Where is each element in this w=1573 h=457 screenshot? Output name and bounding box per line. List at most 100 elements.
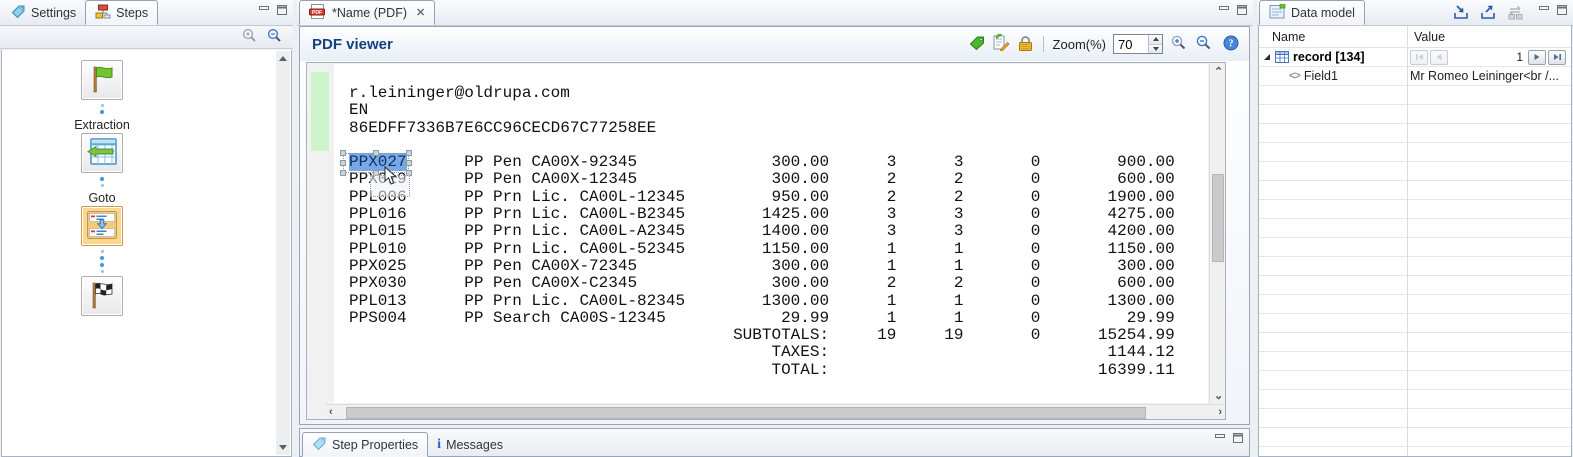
first-record-button[interactable]: [1410, 50, 1428, 65]
scroll-left-icon[interactable]: ‹: [329, 406, 333, 418]
zoom-input[interactable]: [1114, 35, 1148, 53]
table-row[interactable]: [1259, 124, 1571, 143]
table-row[interactable]: [1259, 390, 1571, 409]
scroll-right-icon[interactable]: ›: [1218, 406, 1222, 418]
horizontal-scrollbar[interactable]: ‹ ›: [326, 404, 1225, 420]
column-header-value[interactable]: Value: [1407, 30, 1445, 44]
close-icon[interactable]: ✕: [416, 6, 425, 19]
pdf-text: r.leininger@oldrupa.comEN86EDFF7336B7E6C…: [349, 85, 1175, 379]
vertical-scroll-thumb[interactable]: [1212, 174, 1224, 262]
next-record-button[interactable]: [1528, 50, 1546, 65]
table-row[interactable]: [1259, 333, 1571, 352]
extract-edit-icon[interactable]: [992, 34, 1010, 54]
pdf-line: TOTAL: 16399.11: [349, 362, 1175, 379]
zoom-out-icon[interactable]: [1195, 35, 1213, 54]
table-row[interactable]: [1259, 257, 1571, 276]
table-row[interactable]: [1259, 428, 1571, 447]
pdf-line: PPL006 PP Prn Lic. CA00L-12345 950.00 2 …: [349, 189, 1175, 206]
step-extraction[interactable]: [81, 133, 123, 173]
step-goto[interactable]: [81, 206, 123, 246]
tab-step-properties-label: Step Properties: [332, 438, 418, 452]
tab-steps[interactable]: Steps: [85, 0, 158, 25]
minimize-icon[interactable]: [1539, 5, 1550, 15]
table-row[interactable]: [1259, 181, 1571, 200]
steps-scrollbar[interactable]: [276, 51, 290, 455]
tab-settings[interactable]: Settings: [2, 0, 85, 25]
tag-icon[interactable]: [969, 35, 985, 53]
toolbar-separator: [1043, 36, 1044, 52]
horizontal-scroll-thumb[interactable]: [346, 407, 1146, 419]
data-model-icon: [1269, 4, 1286, 22]
zoom-in-icon[interactable]: [241, 28, 258, 47]
tab-messages[interactable]: i Messages: [428, 432, 512, 457]
table-row[interactable]: [1259, 238, 1571, 257]
scroll-up-icon[interactable]: [279, 56, 287, 61]
minimize-icon[interactable]: [1219, 5, 1230, 15]
minimize-icon[interactable]: [259, 5, 270, 15]
tab-name-pdf[interactable]: PDF *Name (PDF) ✕: [299, 0, 435, 25]
zoom-out-icon[interactable]: [266, 28, 283, 47]
expander-icon[interactable]: [1263, 53, 1271, 61]
table-row[interactable]: [1259, 143, 1571, 162]
table-row[interactable]: [1259, 447, 1571, 457]
table-row[interactable]: [1259, 86, 1571, 105]
import-data-icon[interactable]: [1452, 4, 1471, 23]
right-tabbar: Data model: [1257, 0, 1573, 26]
table-row[interactable]: [1259, 371, 1571, 390]
maximize-icon[interactable]: [1233, 433, 1244, 443]
table-row[interactable]: [1259, 352, 1571, 371]
record-page-number: 1: [1450, 50, 1528, 64]
field-value[interactable]: Mr Romeo Leininger<br /...: [1407, 69, 1571, 83]
step-start[interactable]: [81, 60, 123, 100]
scroll-up-icon[interactable]: ⌃: [1214, 65, 1223, 78]
tag-icon: [11, 4, 26, 21]
maximize-icon[interactable]: [277, 5, 288, 15]
pdf-line: r.leininger@oldrupa.com: [349, 85, 1175, 102]
table-row[interactable]: [1259, 219, 1571, 238]
tab-data-model[interactable]: Data model: [1259, 0, 1365, 25]
record-boundary-marker: [311, 72, 329, 151]
tag-icon: [312, 436, 327, 453]
spin-down-icon[interactable]: [1149, 44, 1162, 54]
pdf-viewer-toolbar: Zoom(%) ?: [969, 34, 1239, 54]
pdf-line: PPX030 PP Pen CA00X-C2345 300.00 2 2 0 6…: [349, 275, 1175, 292]
table-row[interactable]: [1259, 314, 1571, 333]
left-tabbar: Settings Steps: [0, 0, 293, 26]
scroll-down-icon[interactable]: ⌄: [1214, 389, 1223, 402]
field-row[interactable]: <> Field1 Mr Romeo Leininger<br /...: [1259, 67, 1571, 86]
checkered-flag-icon: [87, 280, 117, 313]
field-name: Field1: [1304, 69, 1338, 83]
table-row[interactable]: [1259, 409, 1571, 428]
pdf-line: [349, 137, 1175, 154]
svg-text:?: ?: [1229, 38, 1234, 49]
connector: [100, 246, 104, 276]
last-record-button[interactable]: [1548, 50, 1566, 65]
help-icon[interactable]: ?: [1223, 35, 1239, 54]
column-divider[interactable]: [1407, 26, 1408, 456]
spin-up-icon[interactable]: [1149, 35, 1162, 44]
lock-icon[interactable]: [1017, 35, 1034, 54]
minimize-icon[interactable]: [1215, 433, 1226, 443]
record-row[interactable]: record [134] 1: [1259, 48, 1571, 67]
sync-model-icon[interactable]: [1506, 4, 1525, 23]
table-row[interactable]: [1259, 276, 1571, 295]
zoom-in-icon[interactable]: [1170, 35, 1188, 54]
step-end[interactable]: [81, 276, 123, 316]
pdf-viewer-body: PDF viewer Zoom(%): [299, 26, 1250, 425]
column-header-name[interactable]: Name: [1259, 30, 1407, 44]
maximize-icon[interactable]: [1557, 5, 1568, 15]
table-row[interactable]: [1259, 295, 1571, 314]
scroll-down-icon[interactable]: [279, 445, 287, 450]
center-tabbar: PDF *Name (PDF) ✕: [297, 0, 1253, 26]
export-data-icon[interactable]: [1479, 4, 1498, 23]
prev-record-button[interactable]: [1430, 50, 1448, 65]
vertical-scrollbar[interactable]: ⌃ ⌄: [1209, 64, 1225, 403]
table-row[interactable]: [1259, 162, 1571, 181]
tab-step-properties[interactable]: Step Properties: [302, 432, 428, 457]
pdf-page-area[interactable]: r.leininger@oldrupa.comEN86EDFF7336B7E6C…: [306, 62, 1226, 420]
goto-icon: [87, 211, 117, 242]
maximize-icon[interactable]: [1237, 5, 1248, 15]
table-row[interactable]: [1259, 200, 1571, 219]
steps-canvas[interactable]: Extraction Goto: [1, 50, 292, 457]
table-row[interactable]: [1259, 105, 1571, 124]
